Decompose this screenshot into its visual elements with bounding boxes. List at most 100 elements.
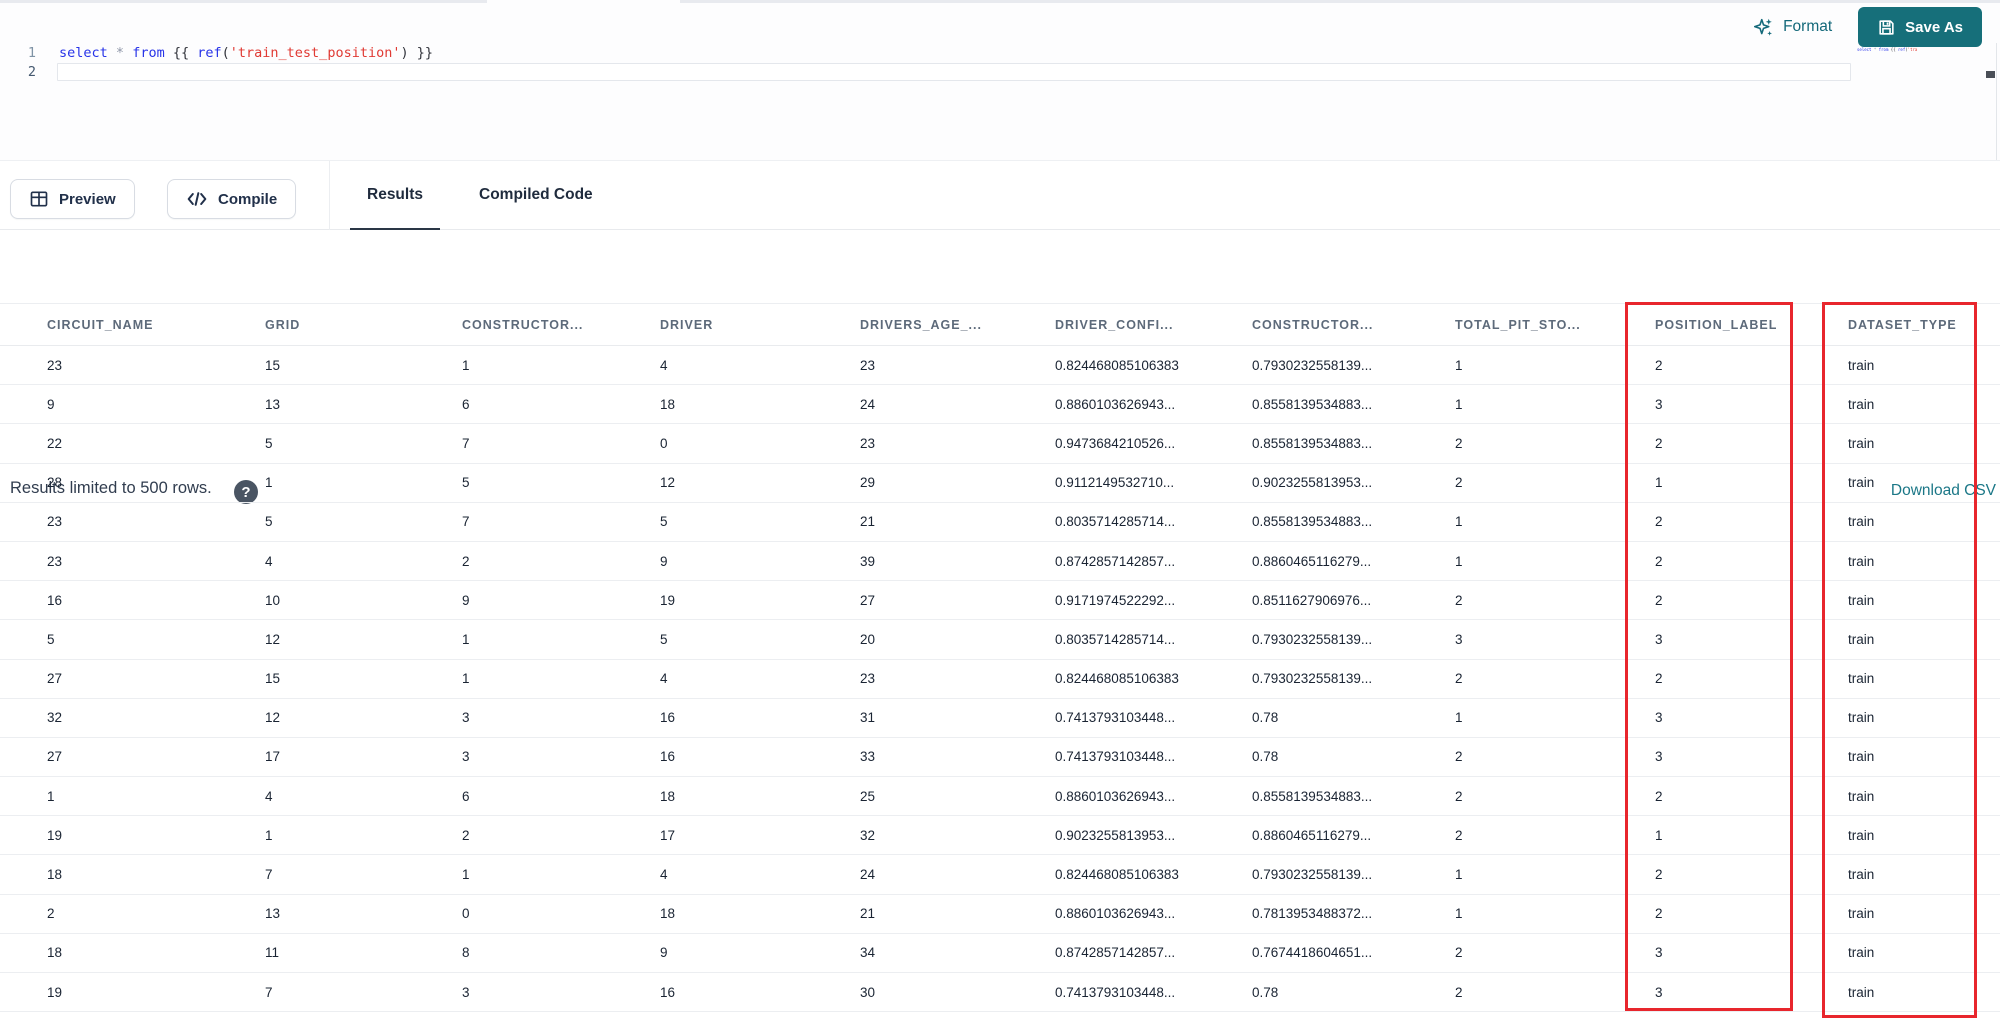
table-cell: 18 [613, 776, 813, 817]
table-cell: 0.9023255813953... [1205, 463, 1408, 503]
table-cell: 0.8035714285714... [1008, 619, 1205, 660]
table-cell: 0.9112149532710... [1008, 463, 1205, 503]
table-cell: 0.824468085106383 [1008, 854, 1205, 895]
tab-results[interactable]: Results [350, 161, 440, 231]
column-header: CONSTRUCTOR... [1205, 303, 1408, 346]
table-cell: 1 [415, 659, 613, 699]
table-cell: 0.8742857142857... [1008, 933, 1205, 974]
table-cell: 0.8860465116279... [1205, 815, 1408, 856]
table-cell: 1 [1408, 698, 1608, 738]
table-cell: 18 [613, 384, 813, 425]
table-row: 22 5 7 0 23 0.9473684210526... 0.8558139534883… [0, 423, 2000, 464]
table-cell: 0.8558139534883... [1205, 384, 1408, 425]
table-cell: 9 [415, 580, 613, 621]
table-cell: 2 [1408, 933, 1608, 974]
table-cell: 0.78 [1205, 698, 1408, 738]
table-cell: 19 [0, 972, 218, 1013]
table-cell: 16 [0, 580, 218, 621]
table-cell: train [1801, 737, 2000, 778]
preview-button[interactable]: Preview [10, 179, 135, 219]
table-cell: 1 [415, 345, 613, 386]
table-cell: 0.8742857142857... [1008, 541, 1205, 582]
table-cell: 2 [1608, 345, 1801, 386]
table-cell: 23 [813, 345, 1008, 386]
table-cell: 9 [613, 933, 813, 974]
table-cell: train [1801, 345, 2000, 386]
table-cell: 0.7930232558139... [1205, 619, 1408, 660]
save-as-label: Save As [1905, 18, 1963, 36]
sql-token: from [1878, 47, 1889, 52]
table-cell: 1 [1408, 345, 1608, 386]
table-cell: 13 [218, 384, 415, 425]
sql-token: ref [197, 45, 222, 61]
table-cell: 4 [218, 776, 415, 817]
table-cell: 21 [813, 502, 1008, 542]
table-cell: 0.8511627906976... [1205, 580, 1408, 621]
table-cell: 2 [1608, 502, 1801, 542]
table-cell: 0.78 [1205, 972, 1408, 1013]
table-cell: 24 [813, 854, 1008, 895]
table-cell: 1 [1408, 894, 1608, 934]
table-cell: 0.7930232558139... [1205, 854, 1408, 895]
column-header: CIRCUIT_NAME [0, 303, 218, 346]
table-cell: 1 [415, 619, 613, 660]
table-cell: 1 [1408, 854, 1608, 895]
table-cell: 0.78 [1205, 737, 1408, 778]
table-cell: 2 [1608, 854, 1801, 895]
table-cell: train [1801, 776, 2000, 817]
table-cell: train [1801, 541, 2000, 582]
sql-token: ) [400, 45, 409, 61]
sql-editor-panel[interactable]: Format Save As 1 2 select * from {{ ref(… [0, 3, 2000, 161]
table-cell: 15 [218, 659, 415, 699]
table-row: 19 1 2 17 32 0.9023255813953... 0.886046511627… [0, 815, 2000, 856]
table-cell: 2 [1408, 659, 1608, 699]
table-cell: train [1801, 698, 2000, 738]
table-cell: 28 [0, 463, 218, 503]
table-cell: 0.7930232558139... [1205, 659, 1408, 699]
table-cell: 16 [613, 698, 813, 738]
table-cell: 12 [218, 698, 415, 738]
table-cell: 1 [218, 815, 415, 856]
table-cell: 2 [415, 541, 613, 582]
table-cell: 1 [0, 776, 218, 817]
table-header-row: CIRCUIT_NAME GRID CONSTRUCTOR... DRIVER DRIV… [0, 303, 2000, 346]
format-button[interactable]: Format [1753, 17, 1832, 38]
table-cell: 23 [0, 541, 218, 582]
table-row: 18 7 1 4 24 0.824468085106383 0.7930232558139.… [0, 854, 2000, 895]
table-cell: 2 [415, 815, 613, 856]
table-cell: train [1801, 463, 2000, 503]
table-row: 23 4 2 9 39 0.8742857142857... 0.8860465116279… [0, 541, 2000, 582]
table-cell: 3 [1608, 972, 1801, 1013]
table-cell: train [1801, 580, 2000, 621]
table-cell: 33 [813, 737, 1008, 778]
active-line-highlight[interactable] [57, 63, 1851, 81]
table-cell: 0.8860103626943... [1008, 776, 1205, 817]
table-cell: train [1801, 815, 2000, 856]
table-cell: 2 [0, 894, 218, 934]
format-label: Format [1783, 18, 1833, 35]
sql-code-line[interactable]: select * from {{ ref('train_test_positio… [59, 45, 433, 61]
editor-minimap[interactable]: select * from {{ ref('train_test_positio… [1857, 47, 1917, 52]
table-grid-icon [29, 189, 49, 209]
column-header: GRID [218, 303, 415, 346]
tab-compiled-code[interactable]: Compiled Code [462, 161, 610, 231]
save-as-button[interactable]: Save As [1858, 7, 1982, 47]
editor-toolbar: Format Save As [1753, 5, 1982, 49]
table-cell: 23 [0, 345, 218, 386]
table-cell: 3 [415, 737, 613, 778]
table-cell: 3 [415, 972, 613, 1013]
table-cell: 24 [813, 384, 1008, 425]
compile-button[interactable]: Compile [167, 179, 297, 219]
column-header: DRIVER_CONFI... [1008, 303, 1205, 346]
table-cell: 0.824468085106383 [1008, 345, 1205, 386]
table-cell: train [1801, 933, 2000, 974]
table-cell: 12 [613, 463, 813, 503]
table-cell: 27 [0, 659, 218, 699]
table-cell: 12 [218, 619, 415, 660]
minimap-handle[interactable] [1986, 71, 1995, 78]
table-cell: 32 [813, 815, 1008, 856]
table-cell: 4 [613, 345, 813, 386]
table-cell: 22 [0, 423, 218, 464]
table-cell: 1 [1608, 463, 1801, 503]
table-cell: 7 [415, 502, 613, 542]
